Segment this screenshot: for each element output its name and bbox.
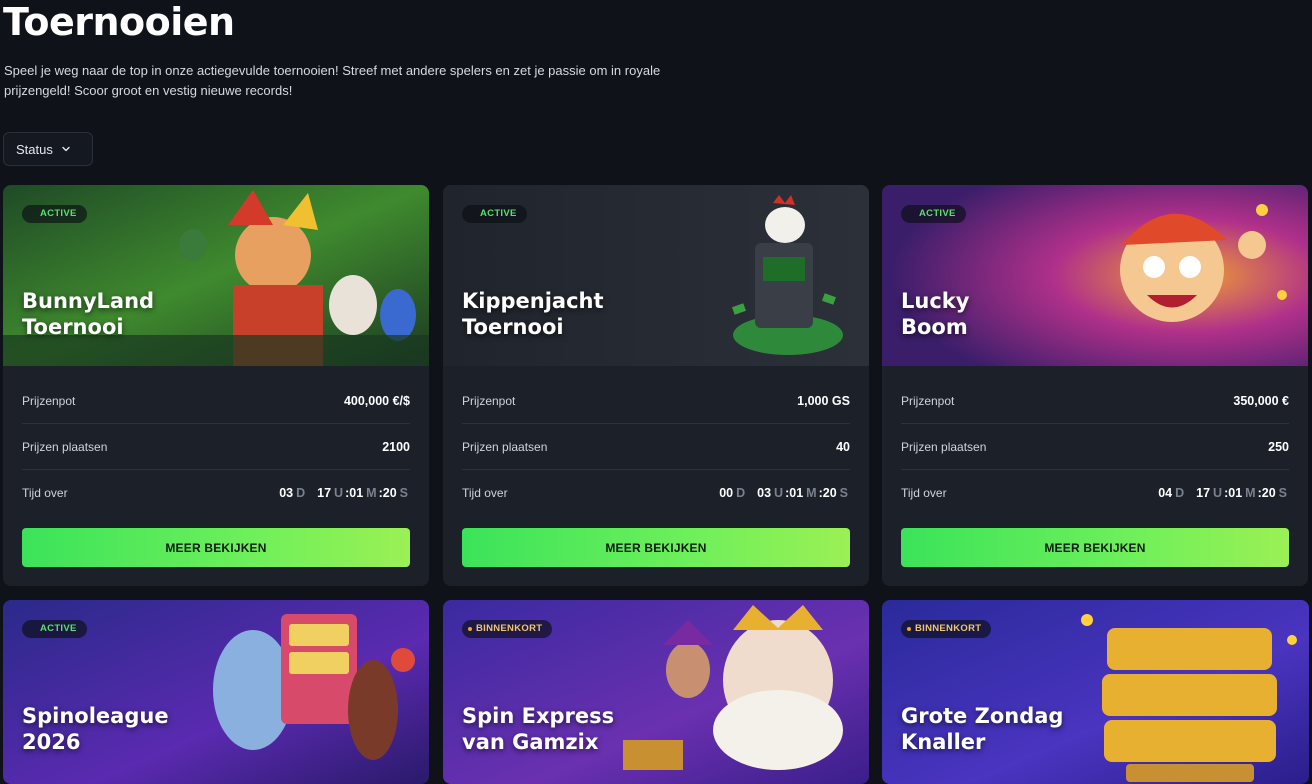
- tournament-title: Spinoleague 2026: [22, 704, 169, 754]
- prize-pool-row: Prijzenpot 400,000 €/$: [22, 366, 410, 424]
- countdown-timer: 00 D 03 U:01 M:20 S: [719, 486, 848, 500]
- prize-pool-row: Prijzenpot 350,000 €: [901, 366, 1289, 424]
- chevron-down-icon: [62, 146, 70, 152]
- prize-pool-row: Prijzenpot 1,000 GS: [462, 366, 850, 424]
- status-badge: ACTIVE: [462, 205, 527, 223]
- status-badge: BINNENKORT: [462, 620, 553, 638]
- tournament-card[interactable]: BINNENKORT Spin Express van Gamzix: [443, 600, 869, 784]
- time-left-row: Tijd over 04 D 17 U:01 M:20 S: [901, 486, 1287, 500]
- page-description: Speel je weg naar de top in onze actiege…: [4, 63, 661, 98]
- tournament-banner[interactable]: ACTIVE BunnyLand Toernooi: [3, 185, 429, 366]
- tournament-title: Lucky Boom: [901, 289, 970, 339]
- tournament-card[interactable]: BINNENKORT Grote Zondag Knaller: [882, 600, 1309, 784]
- tournament-card[interactable]: ACTIVE Spinoleague 2026: [3, 600, 429, 784]
- tournament-title: BunnyLand Toernooi: [22, 289, 155, 339]
- time-left-row: Tijd over 03 D 17 U:01 M:20 S: [22, 486, 408, 500]
- view-more-button[interactable]: MEER BEKIJKEN: [22, 528, 410, 567]
- status-filter-dropdown[interactable]: Status: [3, 132, 93, 166]
- tournament-banner[interactable]: ACTIVE Lucky Boom: [882, 185, 1308, 366]
- tournament-title: Kippenjacht Toernooi: [462, 289, 604, 339]
- tournament-banner[interactable]: ACTIVE Spinoleague 2026: [3, 600, 429, 784]
- status-filter-label: Status: [16, 141, 53, 157]
- prize-places-row: Prijzen plaatsen 250: [901, 424, 1289, 470]
- tournament-title: Spin Express van Gamzix: [462, 704, 615, 754]
- countdown-timer: 04 D 17 U:01 M:20 S: [1158, 486, 1287, 500]
- status-badge: ACTIVE: [901, 205, 966, 223]
- tournament-card[interactable]: ACTIVE Kippenjacht Toernooi Prijzenpot 1,0…: [443, 185, 869, 586]
- tournament-banner[interactable]: BINNENKORT Spin Express van Gamzix: [443, 600, 869, 784]
- time-left-row: Tijd over 00 D 03 U:01 M:20 S: [462, 486, 848, 500]
- tournament-banner[interactable]: BINNENKORT Grote Zondag Knaller: [882, 600, 1309, 784]
- countdown-timer: 03 D 17 U:01 M:20 S: [279, 486, 408, 500]
- tournament-card[interactable]: ACTIVE BunnyLand Toernooi Prijzenpot 400,0…: [3, 185, 429, 586]
- page-title: Toernooien: [3, 0, 235, 44]
- status-badge: BINNENKORT: [901, 620, 992, 638]
- tournament-banner[interactable]: ACTIVE Kippenjacht Toernooi: [443, 185, 869, 366]
- status-dot-icon: [468, 627, 472, 631]
- status-dot-icon: [907, 627, 911, 631]
- view-more-button[interactable]: MEER BEKIJKEN: [901, 528, 1289, 567]
- prize-places-row: Prijzen plaatsen 2100: [22, 424, 410, 470]
- tournament-title: Grote Zondag Knaller: [901, 704, 1064, 754]
- prize-places-row: Prijzen plaatsen 40: [462, 424, 850, 470]
- status-badge: ACTIVE: [22, 620, 87, 638]
- view-more-button[interactable]: MEER BEKIJKEN: [462, 528, 850, 567]
- tournament-card[interactable]: ACTIVE Lucky Boom Prijzenpot 350,000 € Pri…: [882, 185, 1308, 586]
- status-badge: ACTIVE: [22, 205, 87, 223]
